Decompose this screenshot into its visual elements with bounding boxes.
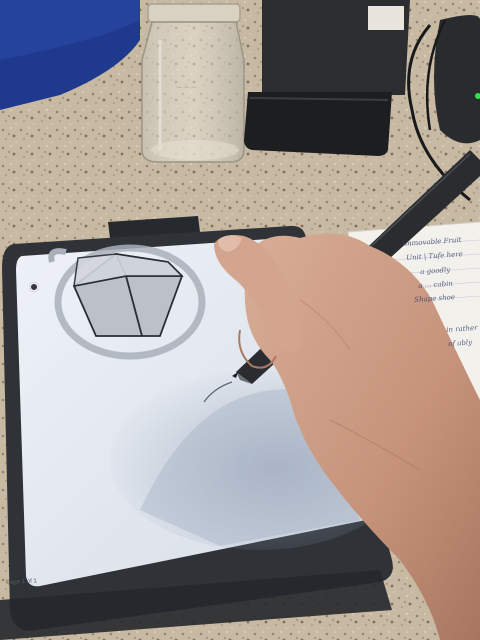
- toolbar-menu-icon[interactable]: [29, 282, 39, 292]
- charging-dock: [244, 0, 410, 156]
- scene-illustration: ~~~: [0, 0, 480, 640]
- glass-jar: ~~~: [141, 3, 245, 163]
- notebook-line: of ably: [448, 338, 473, 348]
- photo-scene: ~~~ Page 1 of 1 Immovable Fruit Unit | T…: [0, 0, 480, 640]
- svg-text:~~~: ~~~: [175, 83, 198, 93]
